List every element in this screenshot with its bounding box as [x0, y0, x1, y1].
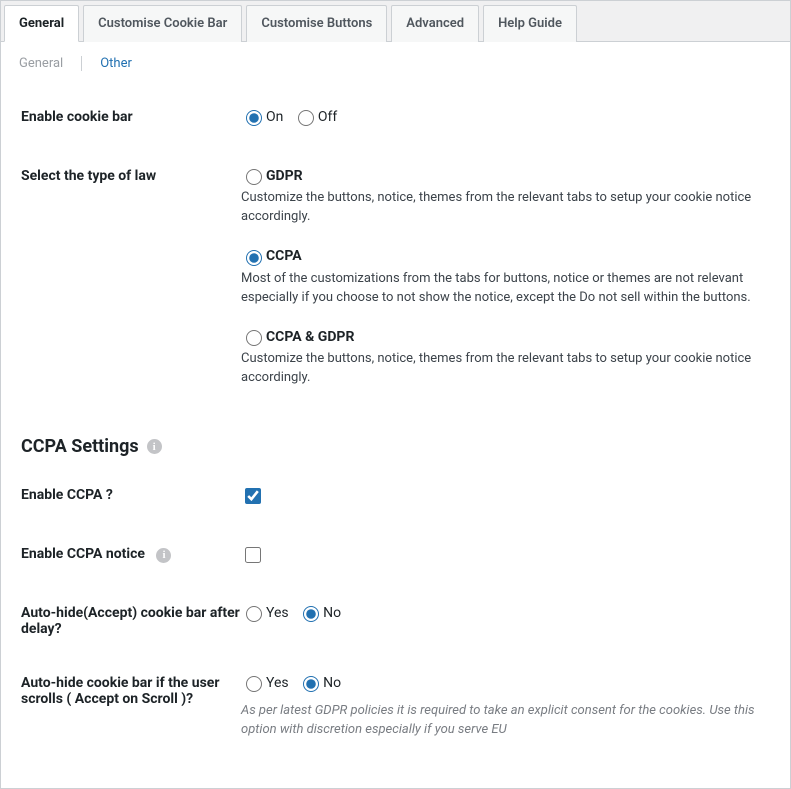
radio-input-ecb-on[interactable] — [246, 110, 262, 126]
radio-input-ahd-no[interactable] — [303, 606, 319, 622]
radio-input-ahd-yes[interactable] — [246, 606, 262, 622]
tab-advanced[interactable]: Advanced — [391, 5, 479, 42]
option-ccpa: CCPA Most of the customizations from the… — [241, 247, 770, 308]
option-both: CCPA & GDPR Customize the buttons, notic… — [241, 327, 770, 388]
radio-label-ahd-yes: Yes — [266, 605, 289, 621]
radio-autohide-delay-no[interactable]: No — [298, 603, 341, 622]
tab-help-guide[interactable]: Help Guide — [483, 5, 577, 42]
top-tab-row: General Customise Cookie Bar Customise B… — [1, 1, 790, 42]
control-autohide-delay: Yes No — [241, 603, 770, 626]
desc-gdpr: Customize the buttons, notice, themes fr… — [241, 189, 770, 227]
checkbox-enable-ccpa[interactable] — [245, 488, 261, 504]
settings-panel: General Customise Cookie Bar Customise B… — [0, 0, 791, 789]
radio-label-ahd-no: No — [323, 605, 341, 621]
radio-gdpr[interactable] — [246, 169, 262, 185]
row-enable-ccpa: Enable CCPA ? — [21, 467, 770, 526]
radio-enable-cookie-bar-on[interactable]: On — [241, 107, 283, 126]
subtab-row: General Other — [1, 42, 790, 79]
radio-label-ahs-yes: Yes — [266, 675, 289, 691]
subtab-other[interactable]: Other — [100, 56, 150, 71]
row-enable-cookie-bar: Enable cookie bar On Off — [21, 89, 770, 148]
label-autohide-delay: Auto-hide(Accept) cookie bar after delay… — [21, 603, 241, 637]
radio-label-ccpa: CCPA — [266, 248, 302, 264]
label-text-enable-ccpa-notice: Enable CCPA notice — [21, 546, 145, 562]
radio-autohide-scroll-yes[interactable]: Yes — [241, 673, 289, 692]
option-gdpr: GDPR Customize the buttons, notice, them… — [241, 166, 770, 227]
row-enable-ccpa-notice: Enable CCPA notice i — [21, 526, 770, 585]
control-enable-ccpa — [241, 485, 770, 508]
tab-customise-buttons[interactable]: Customise Buttons — [246, 5, 387, 42]
row-autohide-scroll: Auto-hide cookie bar if the user scrolls… — [21, 655, 770, 758]
desc-ccpa: Most of the customizations from the tabs… — [241, 270, 770, 308]
desc-both: Customize the buttons, notice, themes fr… — [241, 350, 770, 388]
hint-autohide-scroll: As per latest GDPR policies it is requir… — [241, 702, 770, 740]
label-enable-cookie-bar: Enable cookie bar — [21, 107, 241, 125]
row-law-type: Select the type of law GDPR Customize th… — [21, 148, 770, 406]
label-law-type: Select the type of law — [21, 166, 241, 184]
tab-customise-cookie-bar[interactable]: Customise Cookie Bar — [83, 5, 242, 42]
radio-ccpa[interactable] — [246, 250, 262, 266]
label-autohide-scroll: Auto-hide cookie bar if the user scrolls… — [21, 673, 241, 707]
info-icon[interactable]: i — [156, 548, 171, 563]
radio-input-ahs-yes[interactable] — [246, 676, 262, 692]
control-enable-ccpa-notice — [241, 544, 770, 567]
radio-input-ahs-no[interactable] — [303, 676, 319, 692]
radio-label-off: Off — [318, 109, 337, 125]
radio-input-ecb-off[interactable] — [298, 110, 314, 126]
heading-text: CCPA Settings — [21, 436, 139, 457]
tab-general[interactable]: General — [4, 5, 79, 42]
label-enable-ccpa: Enable CCPA ? — [21, 485, 241, 503]
control-autohide-scroll: Yes No As per latest GDPR policies it is… — [241, 673, 770, 740]
subtab-general[interactable]: General — [19, 56, 82, 71]
control-enable-cookie-bar: On Off — [241, 107, 770, 130]
radio-label-both: CCPA & GDPR — [266, 329, 354, 345]
label-enable-ccpa-notice: Enable CCPA notice i — [21, 544, 241, 563]
checkbox-enable-ccpa-notice[interactable] — [245, 547, 261, 563]
radio-label-gdpr: GDPR — [266, 168, 303, 184]
radio-enable-cookie-bar-off[interactable]: Off — [293, 107, 337, 126]
radio-autohide-delay-yes[interactable]: Yes — [241, 603, 289, 622]
radio-both[interactable] — [246, 330, 262, 346]
radio-label-ahs-no: No — [323, 675, 341, 691]
radio-label-on: On — [266, 109, 283, 125]
info-icon[interactable]: i — [147, 439, 162, 454]
form-body: Enable cookie bar On Off Select the type… — [1, 79, 790, 788]
radio-autohide-scroll-no[interactable]: No — [298, 673, 341, 692]
heading-ccpa-settings: CCPA Settings i — [21, 436, 770, 457]
control-law-type: GDPR Customize the buttons, notice, them… — [241, 166, 770, 388]
row-autohide-delay: Auto-hide(Accept) cookie bar after delay… — [21, 585, 770, 655]
